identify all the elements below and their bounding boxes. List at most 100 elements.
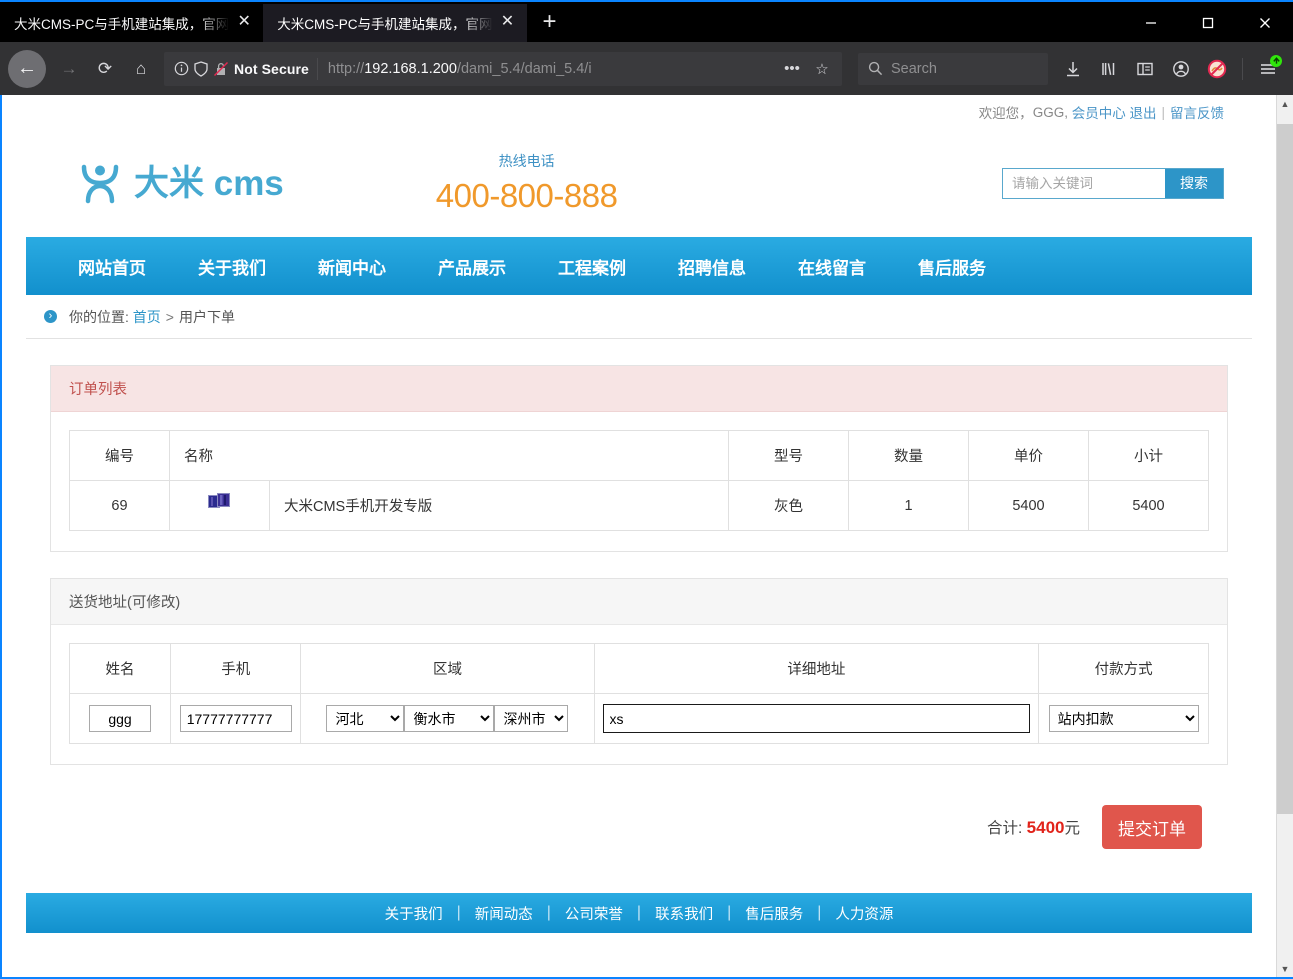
tab-close-icon[interactable]: ✕ — [497, 12, 519, 34]
logout-link[interactable]: 退出 — [1129, 102, 1156, 122]
address-panel-title: 送货地址(可修改) — [51, 579, 1227, 625]
browser-tab-1[interactable]: 大米CMS-PC与手机建站集成，官网 ✕ — [0, 4, 263, 42]
site-logo[interactable]: 大米 cms — [78, 161, 284, 205]
col-name: 姓名 — [68, 643, 172, 694]
site-header: 大米 cms 热线电话 400-800-888 搜索 — [2, 129, 1276, 237]
hotline-number: 400-800-888 — [435, 177, 618, 214]
hotline-block: 热线电话 400-800-888 — [436, 151, 618, 215]
page-scrollbar[interactable]: ▲ ▼ — [1276, 95, 1293, 977]
tab-close-icon[interactable]: ✕ — [233, 12, 255, 34]
order-total-row: 合计: 5400元 提交订单 — [50, 791, 1228, 849]
col-subtotal: 小计 — [1088, 430, 1209, 481]
feedback-link[interactable]: 留言反馈 — [1170, 102, 1224, 122]
breadcrumb-arrow-icon — [44, 310, 57, 323]
library-icon[interactable] — [1092, 52, 1126, 86]
nav-item-message[interactable]: 在线留言 — [772, 254, 892, 279]
table-row: 69 大米CMS手机开发专版 灰色 1 5400 5400 — [69, 480, 1209, 531]
browser-search-box[interactable]: Search — [858, 52, 1048, 85]
user-topbar: 欢迎您， GGG, 会员中心 退出 | 留言反馈 — [2, 95, 1276, 129]
tab-title: 大米CMS-PC与手机建站集成，官网 — [277, 17, 493, 32]
order-list-panel: 订单列表 编号 名称 型号 数量 单价 小计 69 大米CMS手机开发专版 灰色… — [50, 365, 1228, 552]
shield-icon — [194, 60, 208, 77]
nav-item-about[interactable]: 关于我们 — [172, 254, 292, 279]
downloads-icon[interactable] — [1056, 52, 1090, 86]
recipient-phone-input[interactable] — [179, 705, 292, 732]
district-select[interactable]: 深州市 — [494, 705, 569, 732]
reload-button-icon[interactable]: ⟳ — [88, 52, 122, 86]
site-search-input[interactable] — [1003, 168, 1165, 198]
col-id: 编号 — [69, 430, 170, 481]
nav-item-products[interactable]: 产品展示 — [412, 254, 532, 279]
cell-model: 灰色 — [728, 480, 849, 531]
footer-link-honor[interactable]: 公司荣誉 — [551, 903, 637, 924]
cell-id: 69 — [69, 480, 170, 531]
breadcrumb-separator: > — [165, 308, 174, 325]
member-center-link[interactable]: 会员中心 — [1072, 102, 1126, 122]
website: 欢迎您， GGG, 会员中心 退出 | 留言反馈 大米 cms 热线电话 400… — [2, 95, 1276, 933]
url-text[interactable]: http://192.168.1.200/dami_5.4/dami_5.4/i — [318, 61, 778, 77]
table-header-row: 编号 名称 型号 数量 单价 小计 — [69, 430, 1209, 481]
url-host: 192.168.1.200 — [364, 60, 457, 77]
window-controls — [1122, 2, 1293, 44]
scroll-down-icon[interactable]: ▼ — [1277, 960, 1293, 977]
detail-address-input[interactable] — [602, 704, 1031, 733]
breadcrumb-home-link[interactable]: 首页 — [133, 307, 161, 327]
close-icon[interactable] — [1236, 2, 1293, 44]
home-button-icon[interactable]: ⌂ — [124, 52, 158, 86]
payment-method-select[interactable]: 站内扣款 — [1048, 705, 1199, 732]
update-badge-icon — [1270, 54, 1282, 67]
account-icon[interactable] — [1164, 52, 1198, 86]
browser-toolbar-icons — [1056, 52, 1285, 86]
nav-item-service[interactable]: 售后服务 — [892, 254, 1012, 279]
cell-name: 大米CMS手机开发专版 — [269, 480, 729, 531]
footer-link-news[interactable]: 新闻动态 — [461, 903, 547, 924]
cell-thumb — [169, 480, 270, 531]
toolbar-divider — [1242, 57, 1243, 80]
total-amount: 5400 — [1026, 818, 1065, 837]
submit-order-button[interactable]: 提交订单 — [1102, 805, 1202, 849]
site-search-button[interactable]: 搜索 — [1165, 168, 1223, 198]
username-label: GGG, — [1032, 104, 1068, 120]
tab-strip: 大米CMS-PC与手机建站集成，官网 ✕ 大米CMS-PC与手机建站集成，官网 … — [0, 0, 1293, 42]
nav-item-cases[interactable]: 工程案例 — [532, 254, 652, 279]
nav-item-jobs[interactable]: 招聘信息 — [652, 254, 772, 279]
sidebar-icon[interactable] — [1128, 52, 1162, 86]
browser-tab-2[interactable]: 大米CMS-PC与手机建站集成，官网 ✕ — [263, 4, 527, 42]
cell-name-input — [68, 693, 172, 744]
nav-item-news[interactable]: 新闻中心 — [292, 254, 412, 279]
new-tab-button[interactable]: + — [535, 8, 565, 38]
cell-payment-select: 站内扣款 — [1038, 693, 1209, 744]
province-select[interactable]: 河北 — [326, 705, 405, 732]
scroll-up-icon[interactable]: ▲ — [1277, 95, 1293, 112]
scrollbar-track[interactable] — [1277, 112, 1293, 960]
recipient-name-input[interactable] — [89, 705, 152, 732]
address-bar[interactable]: Not Secure http://192.168.1.200/dami_5.4… — [164, 51, 842, 86]
browser-search-placeholder: Search — [891, 60, 937, 77]
col-price: 单价 — [968, 430, 1089, 481]
footer-link-hr[interactable]: 人力资源 — [821, 903, 907, 924]
cell-detail-input — [593, 693, 1040, 744]
minimize-icon[interactable] — [1122, 2, 1179, 44]
city-select[interactable]: 衡水市 — [404, 705, 495, 732]
address-panel-body: 姓名 手机 区域 详细地址 付款方式 ggg 17777777777 河北 衡水… — [51, 625, 1227, 764]
footer-link-service[interactable]: 售后服务 — [731, 903, 817, 924]
col-model: 型号 — [728, 430, 849, 481]
info-icon — [174, 61, 189, 76]
app-menu-icon[interactable] — [1251, 52, 1285, 86]
maximize-icon[interactable] — [1179, 2, 1236, 44]
order-table: 编号 名称 型号 数量 单价 小计 69 大米CMS手机开发专版 灰色 1 54… — [69, 430, 1209, 531]
forward-button-icon[interactable]: → — [52, 52, 86, 86]
page-actions-icon[interactable]: ••• — [778, 55, 806, 83]
tracking-blocked-icon[interactable] — [1200, 52, 1234, 86]
nav-item-home[interactable]: 网站首页 — [52, 254, 172, 279]
footer-link-contact[interactable]: 联系我们 — [641, 903, 727, 924]
url-path: /dami_5.4/dami_5.4/i — [456, 60, 592, 77]
site-identity[interactable]: Not Secure — [164, 57, 318, 80]
breadcrumb-prefix: 你的位置: — [69, 308, 129, 325]
url-scheme: http:// — [327, 60, 365, 77]
footer-link-about[interactable]: 关于我们 — [371, 903, 457, 924]
bookmark-star-icon[interactable]: ☆ — [808, 55, 836, 83]
scrollbar-thumb[interactable] — [1277, 124, 1293, 814]
back-button-icon[interactable]: ← — [8, 49, 46, 88]
address-panel: 送货地址(可修改) 姓名 手机 区域 详细地址 付款方式 ggg 1777777… — [50, 578, 1228, 765]
